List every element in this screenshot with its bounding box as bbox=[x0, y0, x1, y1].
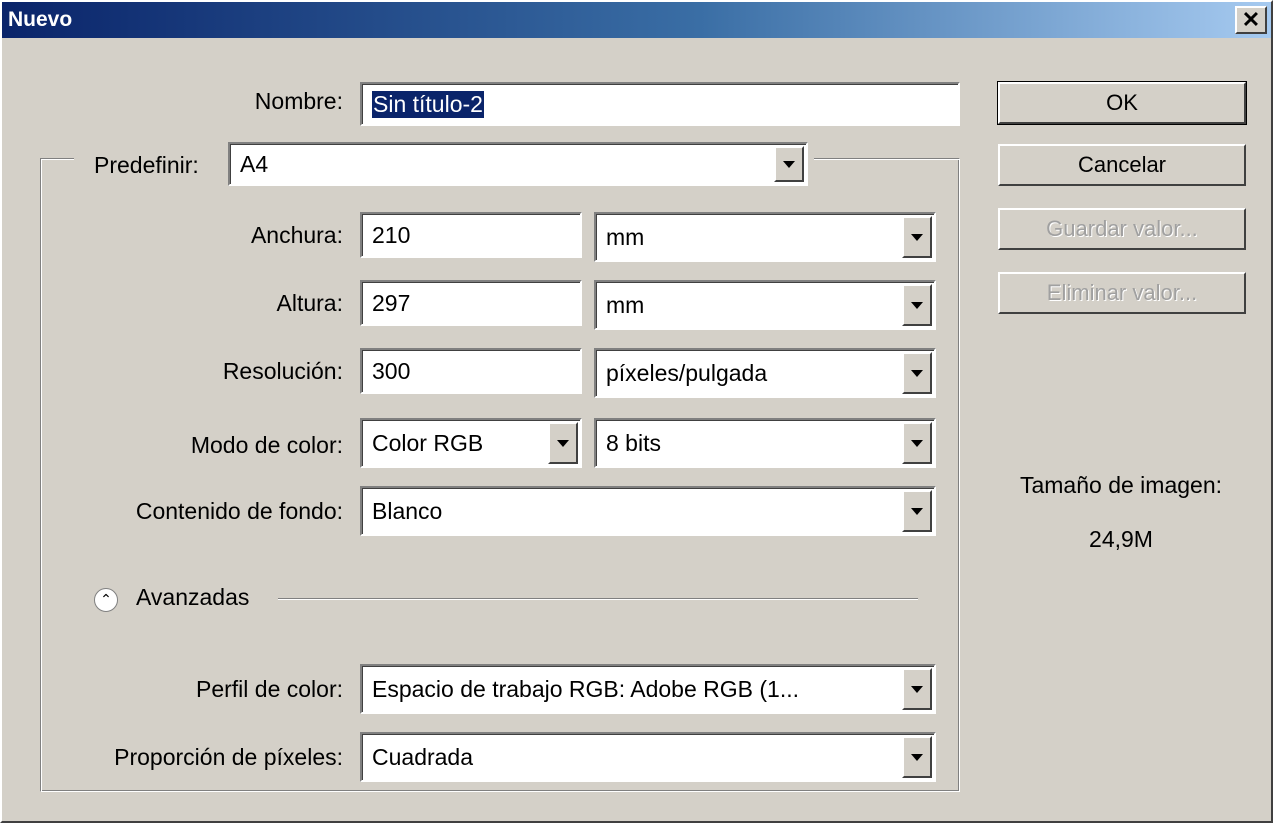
advanced-label[interactable]: Avanzadas bbox=[136, 584, 249, 611]
color-profile-label: Perfil de color: bbox=[195, 676, 343, 702]
delete-preset-button: Eliminar valor... bbox=[998, 272, 1246, 314]
bit-depth-value: 8 bits bbox=[606, 429, 661, 456]
chevron-down-icon[interactable] bbox=[902, 490, 932, 532]
name-input[interactable]: Sin título-2 bbox=[360, 82, 960, 126]
pixel-aspect-label: Proporción de píxeles: bbox=[114, 744, 343, 770]
color-profile-select[interactable]: Espacio de trabajo RGB: Adobe RGB (1... bbox=[360, 664, 936, 714]
background-select[interactable]: Blanco bbox=[360, 486, 936, 536]
width-unit-value: mm bbox=[606, 223, 645, 250]
name-label: Nombre: bbox=[254, 88, 343, 114]
color-mode-select[interactable]: Color RGB bbox=[360, 418, 582, 468]
height-value: 297 bbox=[372, 289, 411, 316]
chevron-down-icon[interactable] bbox=[902, 284, 932, 326]
close-icon: ✕ bbox=[1241, 7, 1261, 32]
preset-label: Predefinir: bbox=[94, 152, 199, 178]
chevron-down-icon[interactable] bbox=[902, 422, 932, 464]
save-preset-button: Guardar valor... bbox=[998, 208, 1246, 250]
bit-depth-select[interactable]: 8 bits bbox=[594, 418, 936, 468]
ok-button[interactable]: OK bbox=[997, 81, 1247, 125]
chevron-up-double-icon: ⌃ bbox=[100, 592, 112, 608]
chevron-down-icon[interactable] bbox=[548, 422, 578, 464]
advanced-toggle-icon[interactable]: ⌃ bbox=[94, 588, 118, 612]
height-unit-value: mm bbox=[606, 291, 645, 318]
image-size-value: 24,9M bbox=[1089, 526, 1153, 552]
chevron-down-icon[interactable] bbox=[902, 736, 932, 778]
pixel-aspect-select[interactable]: Cuadrada bbox=[360, 732, 936, 782]
resolution-unit-select[interactable]: píxeles/pulgada bbox=[594, 348, 936, 398]
width-input[interactable]: 210 bbox=[360, 212, 582, 258]
pixel-aspect-value: Cuadrada bbox=[372, 743, 474, 770]
dialog-title: Nuevo bbox=[8, 8, 73, 31]
chevron-down-icon[interactable] bbox=[774, 146, 804, 182]
height-unit-select[interactable]: mm bbox=[594, 280, 936, 330]
color-profile-value: Espacio de trabajo RGB: Adobe RGB (1... bbox=[372, 675, 800, 702]
background-value: Blanco bbox=[372, 497, 443, 524]
color-mode-value: Color RGB bbox=[372, 429, 484, 456]
preset-value: A4 bbox=[240, 150, 269, 177]
width-value: 210 bbox=[372, 221, 411, 248]
resolution-input[interactable]: 300 bbox=[360, 348, 582, 394]
background-label: Contenido de fondo: bbox=[135, 498, 343, 524]
new-document-dialog: Nuevo ✕ Nombre: Sin título-2 Predefinir:… bbox=[0, 0, 1273, 823]
chevron-down-icon[interactable] bbox=[902, 352, 932, 394]
advanced-divider bbox=[278, 598, 918, 600]
preset-select[interactable]: A4 bbox=[228, 142, 808, 186]
resolution-unit-value: píxeles/pulgada bbox=[606, 359, 768, 386]
chevron-down-icon[interactable] bbox=[902, 668, 932, 710]
color-mode-label: Modo de color: bbox=[190, 432, 343, 458]
title-bar[interactable]: Nuevo ✕ bbox=[2, 2, 1271, 38]
name-input-value: Sin título-2 bbox=[372, 90, 484, 118]
cancel-button[interactable]: Cancelar bbox=[998, 144, 1246, 186]
resolution-value: 300 bbox=[372, 357, 411, 384]
width-unit-select[interactable]: mm bbox=[594, 212, 936, 262]
resolution-label: Resolución: bbox=[222, 358, 343, 384]
chevron-down-icon[interactable] bbox=[902, 216, 932, 258]
height-input[interactable]: 297 bbox=[360, 280, 582, 326]
width-label: Anchura: bbox=[250, 222, 343, 248]
height-label: Altura: bbox=[276, 290, 343, 316]
image-size-label: Tamaño de imagen: bbox=[1019, 472, 1222, 498]
close-button[interactable]: ✕ bbox=[1235, 6, 1267, 34]
